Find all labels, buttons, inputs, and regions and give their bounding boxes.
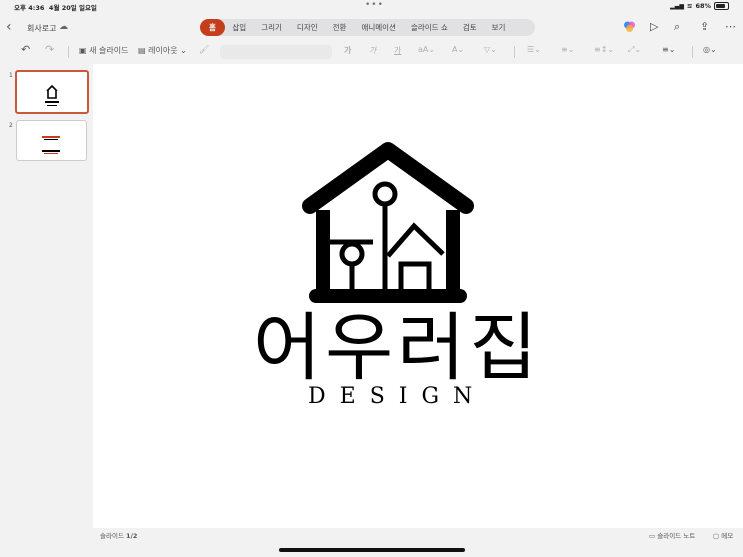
undo-icon[interactable]: ↶ [21,43,30,56]
cloud-sync-icon[interactable]: ☁ [59,22,68,32]
slide-thumbnail-1[interactable] [15,70,89,114]
comment-icon: ▢ [713,532,720,540]
tab-view[interactable]: 보기 [484,19,513,36]
more-icon[interactable]: ⋯ [725,20,736,33]
ribbon-toolbar: ↶ ↷ ▣ 새 슬라이드 ▤ 레이아웃 ⌄ 🖌︎ 가 가 가 aA⌄ A⌄ ▽⌄… [0,42,743,62]
line-spacing-icon[interactable]: ≡↕⌄ [594,45,614,54]
notes-button[interactable]: ▭ 슬라이드 노트 [649,530,695,540]
ribbon-tabs: 홈 삽입 그리기 디자인 전환 애니메이션 슬라이드 쇼 검토 보기 [200,19,535,36]
tab-animations[interactable]: 애니메이션 [354,19,404,36]
divider [692,46,693,58]
battery-icon [714,2,729,10]
shapes-icon[interactable]: ◎⌄ [703,45,717,54]
slide-number: 1 [9,72,13,79]
text-direction-icon[interactable]: ⤢⌄ [628,45,641,55]
tab-review[interactable]: 검토 [455,19,484,36]
house-logo-icon [302,142,474,303]
bullets-icon[interactable]: ☰⌄ [527,45,541,54]
new-slide-icon: ▣ [79,46,87,55]
slide-thumbnail-panel: 1 2 [0,64,93,528]
slide-thumbnail-2[interactable] [16,120,87,161]
tab-slideshow[interactable]: 슬라이드 쇼 [403,19,455,36]
status-right: ▂▄▆ ≋ 68% [670,2,729,10]
comments-button[interactable]: ▢ 메모 [713,530,733,540]
signal-icon: ▂▄▆ [670,2,684,10]
copilot-icon[interactable] [623,20,636,36]
document-name[interactable]: 회사로고 [27,23,56,34]
italic-button[interactable]: 가 [369,45,376,56]
font-name-box[interactable] [220,45,332,59]
slide-canvas[interactable]: 어우러집 DESIGN [93,64,743,528]
thumb-logo-icon [45,84,59,106]
tab-draw[interactable]: 그리기 [254,19,290,36]
divider [68,46,69,58]
slide-counter: 슬라이드 1/2 [100,532,138,540]
battery-percent: 68% [695,2,711,10]
format-painter-icon[interactable]: 🖌︎ [199,45,209,54]
thumb-logo-icon [42,136,60,154]
status-footer: 슬라이드 1/2 ▭ 슬라이드 노트 ▢ 메모 [93,528,743,540]
notes-icon: ▭ [649,532,656,540]
search-icon[interactable]: ⌕ [674,20,680,34]
font-color-icon[interactable]: A⌄ [452,45,464,54]
multitask-dots-icon[interactable]: ••• [365,0,384,10]
redo-icon[interactable]: ↷ [45,43,54,56]
back-chevron-icon[interactable]: ‹ [6,19,12,35]
tab-home[interactable]: 홈 [200,19,225,36]
tab-design[interactable]: 디자인 [289,19,325,36]
new-slide-button[interactable]: ▣ 새 슬라이드 [79,45,128,56]
highlight-icon[interactable]: ▽⌄ [484,45,497,54]
layout-icon: ▤ [138,46,146,55]
numbering-icon[interactable]: ≡⌄ [561,45,574,54]
status-time: 오후 4:36 4월 20일 일요일 [14,4,97,12]
logo-korean-text: 어우러집 [253,305,542,391]
tab-transitions[interactable]: 전환 [325,19,354,36]
play-icon[interactable]: ▷ [650,20,658,33]
title-row: ‹ 회사로고 ☁ 홈 삽입 그리기 디자인 전환 애니메이션 슬라이드 쇼 검토… [0,15,743,41]
font-size-icon[interactable]: aA⌄ [418,45,435,54]
logo-english-text: DESIGN [308,384,487,409]
wifi-icon: ≋ [686,2,693,10]
underline-button[interactable]: 가 [394,45,401,56]
slide-number: 2 [9,122,13,129]
tab-insert[interactable]: 삽입 [225,19,254,36]
layout-button[interactable]: ▤ 레이아웃 ⌄ [138,45,187,56]
home-indicator[interactable] [279,548,465,552]
share-icon[interactable]: ⇪ [700,20,709,33]
align-icon[interactable]: ≡⌄ [662,45,675,54]
status-bar: 오후 4:36 4월 20일 일요일 ••• ▂▄▆ ≋ 68% [0,0,743,12]
divider [514,46,515,58]
bold-button[interactable]: 가 [344,45,351,56]
